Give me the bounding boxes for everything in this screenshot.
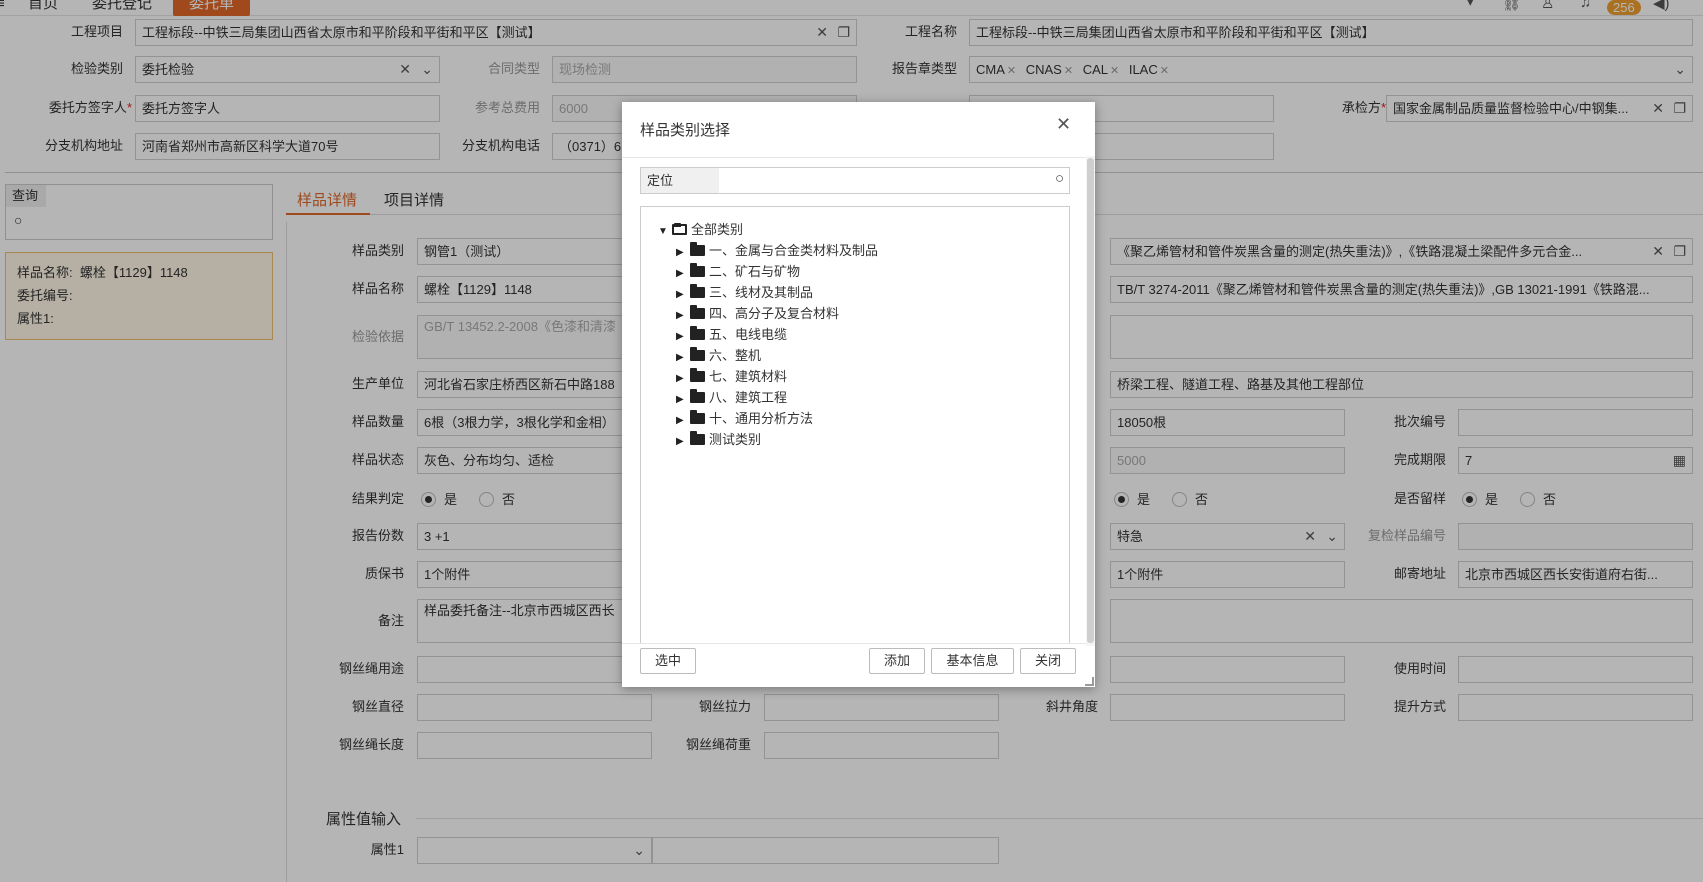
resize-handle-icon[interactable]	[1085, 677, 1094, 686]
tree-item[interactable]: ▶ 五、电线电缆	[676, 324, 787, 345]
tree-item[interactable]: ▶ 二、矿石与矿物	[676, 261, 800, 282]
locate-search-input[interactable]: 定位 ○	[640, 167, 1070, 194]
caret-right-icon[interactable]: ▶	[676, 326, 688, 347]
caret-right-icon[interactable]: ▶	[676, 305, 688, 326]
caret-right-icon[interactable]: ▶	[676, 389, 688, 410]
tree-item-label: 四、高分子及复合材料	[709, 306, 840, 321]
search-icon[interactable]: ○	[1055, 170, 1064, 187]
tree-item[interactable]: ▶ 一、金属与合金类材料及制品	[676, 240, 878, 261]
tree-root-label: 全部类别	[691, 222, 744, 237]
tree-item[interactable]: ▶ 测试类别	[676, 429, 761, 450]
dialog-header-divider	[622, 157, 1095, 158]
tree-item[interactable]: ▶ 十、通用分析方法	[676, 408, 813, 429]
folder-icon	[690, 326, 705, 340]
folder-icon	[690, 305, 705, 319]
folder-icon	[690, 368, 705, 382]
folder-icon	[690, 347, 705, 361]
tree-item-label: 八、建筑工程	[709, 390, 788, 405]
tree-item[interactable]: ▶ 八、建筑工程	[676, 387, 787, 408]
caret-right-icon[interactable]: ▶	[676, 284, 688, 305]
tree-root[interactable]: ▼ 全部类别	[658, 219, 743, 240]
folder-icon	[690, 431, 705, 445]
folder-icon	[690, 389, 705, 403]
tree-item-label: 十、通用分析方法	[709, 411, 814, 426]
tree-item-label: 一、金属与合金类材料及制品	[709, 243, 879, 258]
caret-right-icon[interactable]: ▶	[676, 368, 688, 389]
folder-icon	[690, 410, 705, 424]
dialog-footer-divider	[622, 643, 1086, 644]
tree-item-label: 二、矿石与矿物	[709, 264, 801, 279]
tree-item-label: 六、整机	[709, 348, 762, 363]
tree-item-label: 五、电线电缆	[709, 327, 788, 342]
select-button[interactable]: 选中	[640, 648, 696, 674]
sample-category-dialog: 样品类别选择 ✕ 定位 ○ ▼ 全部类别 ▶ 一、金属与合金类材料及制品 ▶ 二、矿石…	[622, 102, 1095, 687]
tree-item-label: 测试类别	[709, 432, 762, 447]
basic-info-button[interactable]: 基本信息	[931, 648, 1014, 674]
category-tree[interactable]: ▼ 全部类别 ▶ 一、金属与合金类材料及制品 ▶ 二、矿石与矿物 ▶ 三、线材及其制品 …	[640, 206, 1070, 643]
locate-label: 定位	[641, 168, 719, 193]
folder-icon	[690, 284, 705, 298]
folder-icon	[690, 263, 705, 277]
tree-item[interactable]: ▶ 四、高分子及复合材料	[676, 303, 839, 324]
caret-right-icon[interactable]: ▶	[676, 263, 688, 284]
dialog-title: 样品类别选择	[640, 122, 731, 139]
add-button[interactable]: 添加	[869, 648, 925, 674]
caret-down-icon[interactable]: ▼	[658, 221, 670, 242]
tree-item-label: 三、线材及其制品	[709, 285, 814, 300]
scrollbar-thumb[interactable]	[1087, 158, 1094, 643]
close-button[interactable]: 关闭	[1020, 648, 1076, 674]
tree-item[interactable]: ▶ 三、线材及其制品	[676, 282, 813, 303]
folder-open-icon	[672, 223, 687, 235]
tree-item-label: 七、建筑材料	[709, 369, 788, 384]
dialog-scrollbar[interactable]	[1086, 156, 1095, 646]
caret-right-icon[interactable]: ▶	[676, 347, 688, 368]
tree-item[interactable]: ▶ 七、建筑材料	[676, 366, 787, 387]
folder-icon	[690, 242, 705, 256]
caret-right-icon[interactable]: ▶	[676, 410, 688, 431]
close-icon[interactable]: ✕	[1056, 114, 1071, 135]
tree-item[interactable]: ▶ 六、整机	[676, 345, 761, 366]
caret-right-icon[interactable]: ▶	[676, 242, 688, 263]
caret-right-icon[interactable]: ▶	[676, 431, 688, 452]
